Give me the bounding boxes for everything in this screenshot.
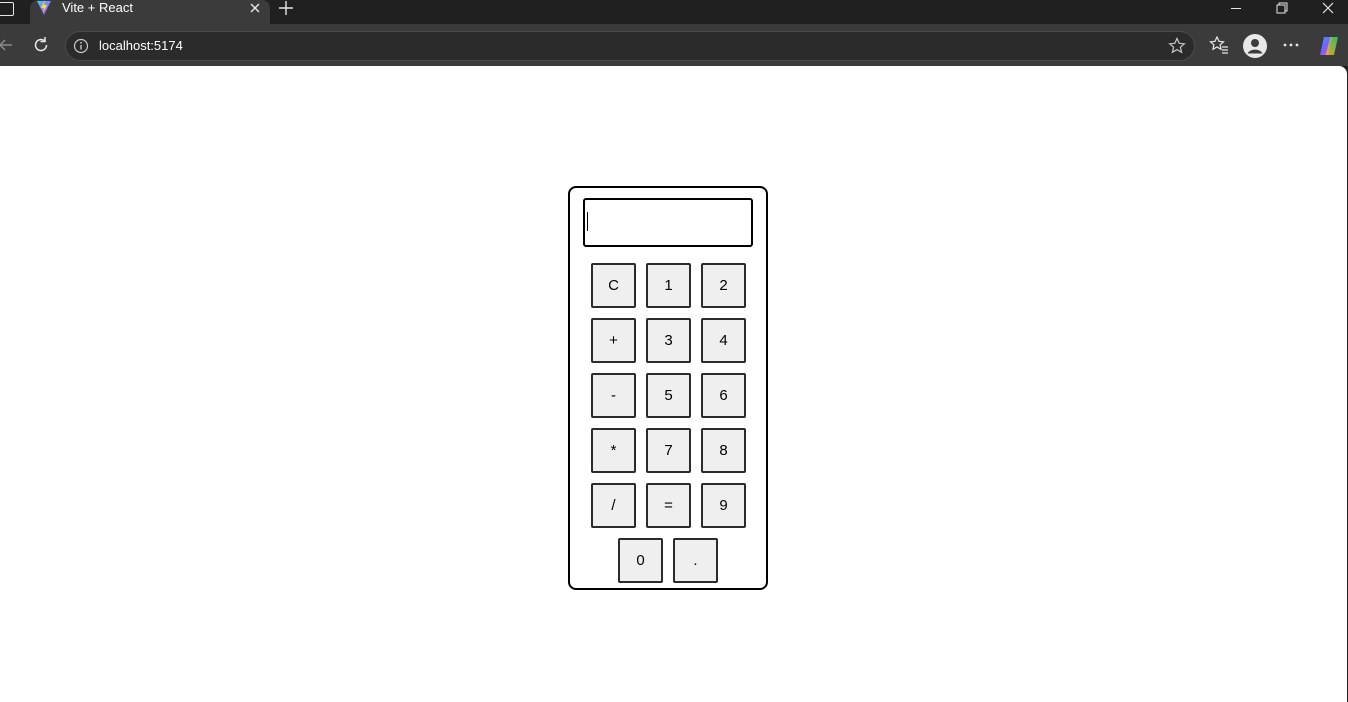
digit-1-button[interactable]: 1 <box>646 263 691 308</box>
address-bar[interactable]: localhost:5174 <box>65 31 1195 61</box>
browser-toolbar: localhost:5174 <box>0 24 1348 66</box>
favorite-star-icon[interactable] <box>1168 37 1186 55</box>
more-options-icon[interactable] <box>1281 35 1301 55</box>
close-icon <box>1322 2 1334 14</box>
tab-title: Vite + React <box>62 0 133 15</box>
vite-logo-icon <box>37 0 51 15</box>
digit-9-button[interactable]: 9 <box>701 483 746 528</box>
divide-button[interactable]: / <box>591 483 636 528</box>
minimize-button[interactable] <box>1213 0 1259 18</box>
digit-5-button[interactable]: 5 <box>646 373 691 418</box>
clear-button[interactable]: C <box>591 263 636 308</box>
plus-button[interactable]: + <box>591 318 636 363</box>
site-info-icon[interactable] <box>73 38 89 54</box>
minus-button[interactable]: - <box>591 373 636 418</box>
title-bar: Vite + React <box>0 0 1348 24</box>
multiply-button[interactable]: * <box>591 428 636 473</box>
close-window-button[interactable] <box>1305 0 1348 18</box>
back-icon[interactable] <box>0 35 16 55</box>
digit-7-button[interactable]: 7 <box>646 428 691 473</box>
refresh-icon[interactable] <box>31 35 51 55</box>
digit-6-button[interactable]: 6 <box>701 373 746 418</box>
page-viewport: C 1 2 + 3 4 - 5 6 * 7 8 / = 9 0 . <box>0 66 1347 702</box>
restore-button[interactable] <box>1259 0 1305 18</box>
digit-4-button[interactable]: 4 <box>701 318 746 363</box>
text-caret <box>587 212 588 231</box>
copilot-icon[interactable] <box>1317 34 1341 58</box>
address-url[interactable]: localhost:5174 <box>99 32 183 60</box>
equals-button[interactable]: = <box>646 483 691 528</box>
calculator-display[interactable] <box>583 198 753 247</box>
decimal-button[interactable]: . <box>673 538 718 583</box>
digit-8-button[interactable]: 8 <box>701 428 746 473</box>
calculator: C 1 2 + 3 4 - 5 6 * 7 8 / = 9 0 . <box>568 186 768 590</box>
new-tab-icon[interactable] <box>278 0 294 16</box>
sidebar-toggle-icon[interactable] <box>0 2 14 16</box>
browser-tab[interactable]: Vite + React <box>30 0 270 24</box>
favorites-icon[interactable] <box>1209 35 1229 55</box>
profile-avatar-icon[interactable] <box>1243 34 1267 58</box>
digit-0-button[interactable]: 0 <box>618 538 663 583</box>
digit-3-button[interactable]: 3 <box>646 318 691 363</box>
close-tab-icon[interactable] <box>248 1 262 15</box>
minimize-icon <box>1231 8 1241 9</box>
digit-2-button[interactable]: 2 <box>701 263 746 308</box>
restore-icon <box>1276 2 1288 14</box>
